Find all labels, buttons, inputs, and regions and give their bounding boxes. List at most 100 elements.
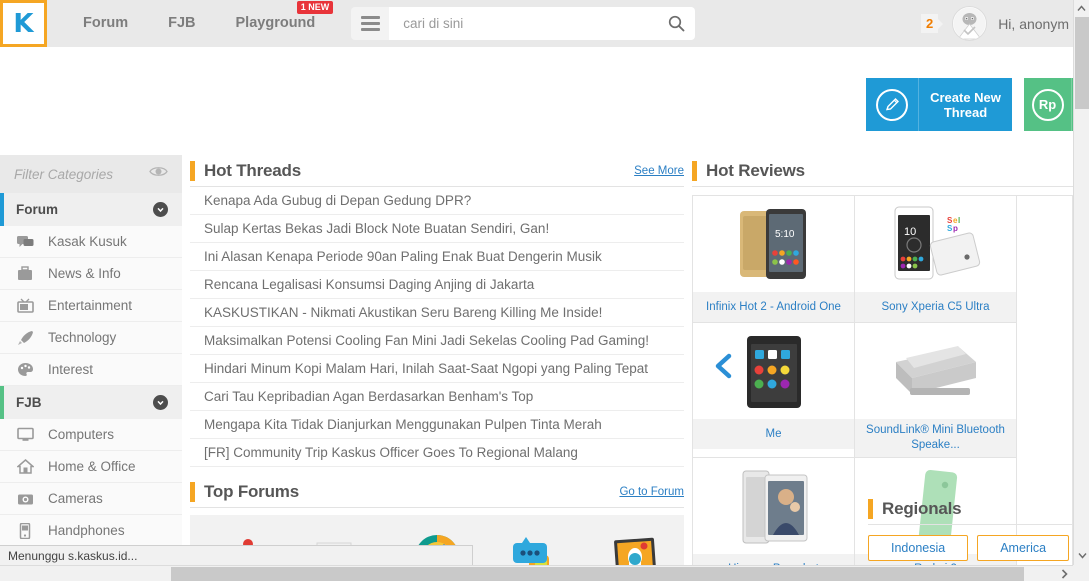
sidebar-item-label: Home & Office [48,459,136,474]
sidebar-item-home-office[interactable]: Home & Office [0,451,182,483]
chevron-down-icon[interactable] [1074,547,1089,564]
sidebar-item-kasak-kusuk[interactable]: Kasak Kusuk [0,226,182,258]
sidebar-item-label: Kasak Kusuk [48,234,127,249]
chat-bubbles-icon [14,235,36,249]
list-item[interactable]: Sulap Kertas Bekas Jadi Block Note Buata… [190,215,684,243]
hot-reviews-header: Hot Reviews [692,155,1073,187]
review-name: Infinix Hot 2 - Android One [693,292,854,322]
sidebar-group-title: FJB [16,395,42,410]
monitor-icon [14,427,36,442]
sidebar-item-label: Computers [48,427,115,442]
review-card[interactable]: 10 S e l S p Sony Xperia C5 Ultra [855,196,1017,323]
hot-threads-list: Kenapa Ada Gubug di Depan Gedung DPR? Su… [190,187,684,467]
vertical-scrollbar-thumb[interactable] [1075,17,1089,109]
search-input[interactable] [403,16,669,31]
gold-phone-pair: 5:10 [739,209,806,279]
review-name: Me [693,419,854,449]
sidebar-item-cameras[interactable]: Cameras [0,483,182,515]
review-image [855,323,1016,419]
see-more-link[interactable]: See More [634,165,684,177]
create-thread-label: Create New Thread [919,90,1012,120]
scrollbar-corner [1073,565,1089,581]
review-image: 10 S e l S p [855,196,1016,292]
nav-item-fjb[interactable]: FJB [148,0,215,47]
go-to-forum-link[interactable]: Go to Forum [619,486,684,498]
bluetooth-speaker [895,346,976,395]
category-sidebar: Filter Categories Forum Kasak Kusuk News… [0,155,182,547]
browser-viewport: K Forum FJB Playground 1 NEW cari di sin… [0,0,1089,581]
regional-button-indonesia[interactable]: Indonesia [868,535,969,561]
section-accent-bar [190,481,195,502]
top-forums-header: Top Forums Go to Forum [190,476,684,508]
site-header: K Forum FJB Playground 1 NEW cari di sin… [0,0,1073,47]
sidebar-item-technology[interactable]: Technology [0,322,182,354]
main-left-column: Hot Threads See More Kenapa Ada Gubug di… [190,155,684,581]
horizontal-scrollbar-thumb[interactable] [171,567,1024,581]
sidebar-group-forum[interactable]: Forum [0,193,182,226]
create-thread-line1: Create New [930,89,1001,105]
sidebar-item-handphones[interactable]: Handphones [0,515,182,547]
horizontal-scrollbar[interactable] [0,565,1073,581]
review-name: Sony Xperia C5 Ultra [855,292,1016,322]
sidebar-item-computers[interactable]: Computers [0,419,182,451]
list-item[interactable]: Kenapa Ada Gubug di Depan Gedung DPR? [190,187,684,215]
tv-icon [14,298,36,313]
nav-item-forum[interactable]: Forum [63,0,148,47]
review-image: 5:10 [693,196,854,292]
hamburger-line [360,28,380,31]
nav-label: Forum [83,15,129,31]
pencil-icon [876,88,908,121]
list-item[interactable]: Maksimalkan Potensi Cooling Fan Mini Jad… [190,327,684,355]
list-item[interactable]: Cari Tau Kepribadian Agan Berdasarkan Be… [190,383,684,411]
filter-categories-label: Filter Categories [14,166,114,182]
chevron-right-icon[interactable] [1056,566,1073,581]
sidebar-item-interest[interactable]: Interest [0,354,182,386]
list-item[interactable]: Ini Alasan Kenapa Periode 90an Paling En… [190,243,684,271]
rupiah-icon-cell: Rp [1024,78,1072,131]
notification-badge[interactable]: 2 [920,14,944,33]
list-item[interactable]: [FR] Community Trip Kaskus Officer Goes … [190,439,684,467]
user-greeting[interactable]: Hi, anonym [998,16,1069,32]
sidebar-item-label: Technology [48,330,117,345]
review-card[interactable]: SoundLink® Mini Bluetooth Speake... [855,323,1017,458]
list-item[interactable]: Hindari Minum Kopi Malam Hari, Inilah Sa… [190,355,684,383]
status-text: Menunggu s.kaskus.id... [8,548,138,563]
regional-button-group: Indonesia America [868,535,1089,561]
chevron-left-icon[interactable] [713,353,734,384]
list-item[interactable]: KASKUSTIKAN - Nikmati Akustikan Seru Bar… [190,299,684,327]
hamburger-icon[interactable] [351,7,390,40]
create-new-thread-button[interactable]: Create New Thread [866,78,1012,131]
main-nav: Forum FJB Playground 1 NEW [47,0,335,47]
list-item[interactable]: Mengapa Kita Tidak Dianjurkan Menggunaka… [190,411,684,439]
svg-text:l: l [958,216,960,225]
sidebar-item-label: Entertainment [48,298,133,313]
review-card[interactable]: 5:10 Infinix Hot 2 - Android One [693,196,855,323]
review-card[interactable]: Hisense Pureshot [693,458,855,581]
nav-label: Playground [235,15,316,31]
nav-item-playground[interactable]: Playground 1 NEW [216,0,336,47]
search-icon[interactable] [668,15,685,32]
white-black-phone-pair: 10 S e l S p [894,206,980,280]
chevron-down-circle-icon[interactable] [153,202,168,217]
eye-icon[interactable] [149,165,168,183]
kaskus-logo[interactable]: K [0,0,47,47]
list-item[interactable]: Rencana Legalisasi Konsumsi Daging Anjin… [190,271,684,299]
vertical-scrollbar[interactable] [1073,0,1089,581]
top-forums-title: Top Forums [204,481,299,501]
logo-letter: K [13,8,34,39]
sidebar-item-news-info[interactable]: News & Info [0,258,182,290]
review-card[interactable]: Me [693,323,855,458]
chevron-down-circle-icon[interactable] [153,395,168,410]
filter-categories-row[interactable]: Filter Categories [0,155,182,193]
mobile-phone-icon [14,522,36,539]
svg-text:10: 10 [904,226,916,238]
sidebar-group-fjb[interactable]: FJB [0,386,182,419]
chevron-up-icon[interactable] [1074,0,1089,17]
avatar[interactable] [952,6,988,41]
hot-reviews-title: Hot Reviews [706,160,805,180]
sidebar-item-label: News & Info [48,266,121,281]
section-accent-bar [190,160,195,181]
regional-button-america[interactable]: America [977,535,1070,561]
sidebar-item-entertainment[interactable]: Entertainment [0,290,182,322]
svg-text:5:10: 5:10 [775,229,795,240]
